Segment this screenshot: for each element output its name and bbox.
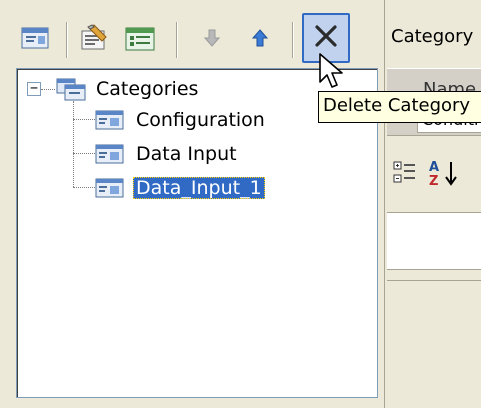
move-down-icon bbox=[203, 28, 221, 52]
property-toolbar: A Z bbox=[387, 146, 481, 210]
category-view-button[interactable] bbox=[16, 18, 56, 62]
tree-item-label: Data_Input_1 bbox=[133, 177, 265, 199]
tree-item[interactable]: Data Input bbox=[95, 140, 240, 168]
toolbar-separator bbox=[176, 22, 178, 58]
collapse-toggle[interactable]: − bbox=[27, 82, 41, 96]
move-up-icon bbox=[251, 28, 269, 52]
tree-line bbox=[73, 187, 95, 188]
add-category-icon bbox=[124, 24, 156, 56]
tree-item-label: Configuration bbox=[136, 109, 265, 131]
move-down-button[interactable] bbox=[192, 18, 232, 62]
category-item-icon bbox=[95, 142, 125, 166]
properties-button[interactable] bbox=[76, 18, 116, 62]
tree-line bbox=[73, 101, 74, 187]
categorized-icon bbox=[393, 161, 417, 190]
tree-item[interactable]: Configuration bbox=[95, 106, 268, 134]
delete-category-icon bbox=[313, 23, 339, 53]
properties-panel: Category Name Conditi A bbox=[384, 0, 481, 408]
add-category-button[interactable] bbox=[120, 18, 160, 62]
svg-text:A: A bbox=[429, 160, 439, 175]
alphabetical-view-button[interactable]: A Z bbox=[427, 158, 461, 192]
categories-folder-icon bbox=[55, 76, 87, 102]
properties-icon bbox=[80, 23, 112, 57]
tree-line bbox=[41, 89, 55, 90]
tree-root-label: Categories bbox=[96, 78, 199, 100]
tree-line bbox=[73, 153, 95, 154]
tree-item-selected[interactable]: Data_Input_1 bbox=[95, 174, 265, 202]
category-item-icon bbox=[95, 108, 125, 132]
categorized-view-button[interactable] bbox=[393, 160, 417, 190]
category-item-icon bbox=[95, 176, 125, 200]
tree-line bbox=[73, 119, 95, 120]
panel-title: Category bbox=[391, 26, 474, 47]
toolbar-separator bbox=[66, 22, 68, 58]
tree-item-label: Data Input bbox=[136, 143, 237, 165]
svg-text:Z: Z bbox=[429, 174, 438, 188]
mouse-cursor-icon bbox=[318, 52, 346, 96]
tree-root-categories[interactable]: Categories bbox=[55, 75, 201, 103]
category-view-icon bbox=[21, 25, 51, 55]
move-up-button[interactable] bbox=[240, 18, 280, 62]
sort-alphabetical-icon: A Z bbox=[427, 160, 461, 192]
toolbar-separator bbox=[292, 22, 294, 58]
property-grid[interactable] bbox=[387, 212, 481, 270]
property-description bbox=[387, 280, 481, 398]
